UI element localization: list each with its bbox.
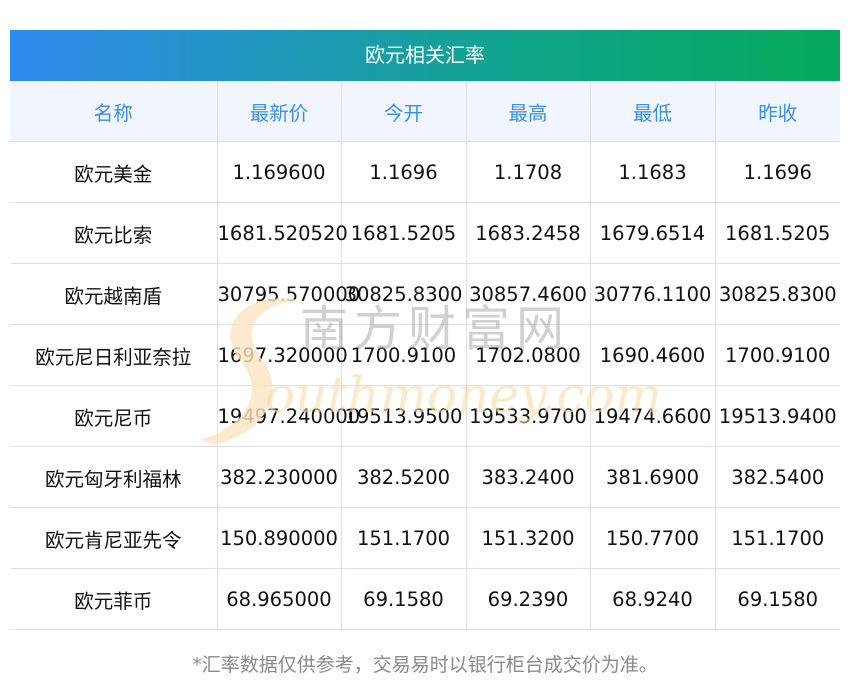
rate-cell: 150.7700 bbox=[589, 507, 716, 569]
rate-cell: 19497.240000 bbox=[216, 385, 360, 447]
rate-cell: 151.1700 bbox=[340, 507, 467, 569]
column-header: 昨收 bbox=[714, 81, 840, 142]
column-header: 名称 bbox=[10, 81, 218, 142]
currency-name: 欧元肯尼亚先令 bbox=[10, 507, 218, 569]
table-row: 欧元越南盾 30795.570000 30825.8300 30857.4600 307… bbox=[10, 263, 840, 325]
rate-cell: 382.230000 bbox=[216, 446, 342, 508]
rate-cell: 1697.320000 bbox=[216, 324, 348, 386]
currency-name: 欧元美金 bbox=[10, 141, 218, 203]
rate-cell: 1.1696 bbox=[714, 141, 840, 203]
rate-cell: 1.1696 bbox=[340, 141, 467, 203]
rate-cell: 69.1580 bbox=[714, 568, 840, 630]
rate-cell: 1.1683 bbox=[589, 141, 716, 203]
currency-name: 欧元比索 bbox=[10, 202, 218, 264]
rate-cell: 30795.570000 bbox=[216, 263, 360, 325]
rate-cell: 382.5400 bbox=[714, 446, 840, 508]
table-row: 欧元尼币 19497.240000 19513.9500 19533.9700 1947… bbox=[10, 385, 840, 447]
rate-cell: 381.6900 bbox=[589, 446, 716, 508]
rate-cell: 1681.5205 bbox=[340, 202, 467, 264]
rate-cell: 19513.9400 bbox=[714, 385, 840, 447]
rate-cell: 1683.2458 bbox=[465, 202, 591, 264]
rate-cell: 151.1700 bbox=[714, 507, 840, 569]
rate-cell: 151.3200 bbox=[465, 507, 591, 569]
table-row: 欧元比索 1681.520520 1681.5205 1683.2458 1679.65… bbox=[10, 202, 840, 264]
table-row: 欧元匈牙利福林 382.230000 382.5200 383.2400 381.690… bbox=[10, 446, 840, 508]
table-row: 欧元尼日利亚奈拉 1697.320000 1700.9100 1702.0800 169… bbox=[10, 324, 840, 386]
rate-cell: 30825.8300 bbox=[714, 263, 840, 325]
currency-name: 欧元尼币 bbox=[10, 385, 218, 447]
rate-cell: 1681.520520 bbox=[216, 202, 348, 264]
footer-disclaimer: *汇率数据仅供参考，交易易时以银行柜台成交价为准。 bbox=[192, 654, 658, 676]
rate-cell: 383.2400 bbox=[465, 446, 591, 508]
rate-cell: 1679.6514 bbox=[589, 202, 716, 264]
currency-name: 欧元尼日利亚奈拉 bbox=[10, 324, 218, 386]
table-row: 欧元美金 1.169600 1.1696 1.1708 1.1683 1.1696 bbox=[10, 141, 840, 203]
rate-cell: 1700.9100 bbox=[340, 324, 467, 386]
rate-cell: 1690.4600 bbox=[589, 324, 716, 386]
currency-name: 欧元匈牙利福林 bbox=[10, 446, 218, 508]
rate-cell: 19474.6600 bbox=[589, 385, 716, 447]
rate-cell: 1702.0800 bbox=[465, 324, 591, 386]
rate-cell: 68.9240 bbox=[589, 568, 716, 630]
rate-cell: 1681.5205 bbox=[714, 202, 840, 264]
currency-name: 欧元越南盾 bbox=[10, 263, 218, 325]
rate-cell: 69.1580 bbox=[340, 568, 467, 630]
rate-cell: 150.890000 bbox=[216, 507, 342, 569]
column-header: 最低 bbox=[589, 81, 716, 142]
rate-cell: 69.2390 bbox=[465, 568, 591, 630]
rate-cell: 1.1708 bbox=[465, 141, 591, 203]
table-title: 欧元相关汇率 bbox=[10, 30, 840, 81]
exchange-rate-table: 名称 最新价 今开 最高 最低 昨收 欧元美金 1.169600 1.1696 1.1708 1.… bbox=[10, 81, 840, 630]
rate-cell: 68.965000 bbox=[216, 568, 342, 630]
column-header: 今开 bbox=[340, 81, 467, 142]
rate-cell: 30857.4600 bbox=[465, 263, 591, 325]
column-header: 最高 bbox=[465, 81, 591, 142]
table-row: 欧元菲币 68.965000 69.1580 69.2390 68.9240 69.158… bbox=[10, 568, 840, 630]
rate-cell: 30825.8300 bbox=[340, 263, 467, 325]
rate-cell: 1.169600 bbox=[216, 141, 342, 203]
rate-cell: 1700.9100 bbox=[714, 324, 840, 386]
rate-cell: 30776.1100 bbox=[589, 263, 716, 325]
column-header: 最新价 bbox=[216, 81, 342, 142]
currency-name: 欧元菲币 bbox=[10, 568, 218, 630]
rate-cell: 19533.9700 bbox=[465, 385, 591, 447]
header-row: 名称 最新价 今开 最高 最低 昨收 bbox=[10, 81, 840, 142]
table-row: 欧元肯尼亚先令 150.890000 151.1700 151.3200 150.770… bbox=[10, 507, 840, 569]
rate-cell: 382.5200 bbox=[340, 446, 467, 508]
rate-cell: 19513.9500 bbox=[340, 385, 467, 447]
